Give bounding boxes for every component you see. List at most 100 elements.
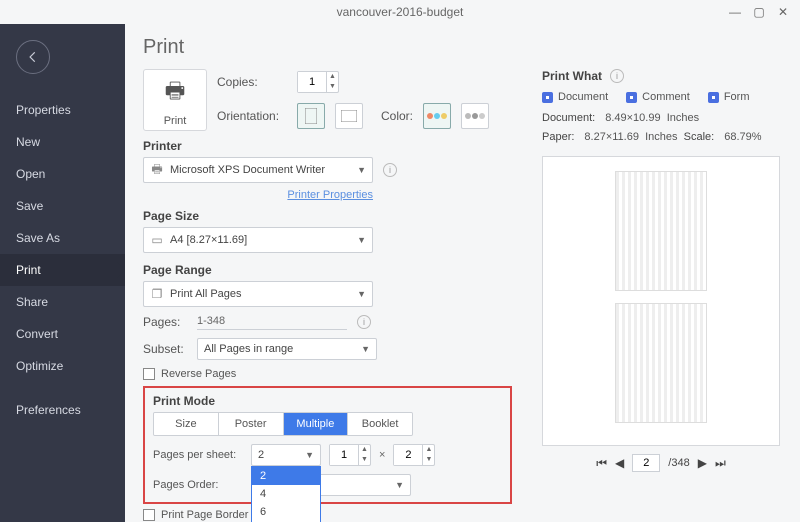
printer-select[interactable]: 🖶 Microsoft XPS Document Writer ▼: [143, 157, 373, 183]
print-button[interactable]: 🖶 Print: [143, 69, 207, 131]
preview-page: [615, 303, 707, 423]
spinner-down-icon[interactable]: ▼: [359, 455, 370, 465]
titlebar: vancouver-2016-budget — ▢ ✕: [0, 0, 800, 24]
spinner-up-icon[interactable]: ▲: [359, 445, 370, 455]
landscape-icon: [341, 110, 357, 122]
sidebar-item-convert[interactable]: Convert: [0, 318, 125, 350]
page-title: Print: [143, 36, 780, 59]
tab-size[interactable]: Size: [154, 413, 219, 435]
window-title: vancouver-2016-budget: [337, 5, 464, 19]
pager-current-input[interactable]: [632, 454, 660, 472]
printer-value: Microsoft XPS Document Writer: [170, 164, 351, 176]
portrait-icon: [305, 108, 317, 124]
page-range-value: Print All Pages: [170, 288, 351, 300]
page-icon: ▭: [150, 233, 164, 247]
grid-rows-spinner[interactable]: ▲▼: [393, 444, 435, 466]
color-on-button[interactable]: [423, 103, 451, 129]
preview-column: Print What i Document Comment Form Docum…: [542, 69, 780, 522]
spinner-down-icon[interactable]: ▼: [327, 82, 338, 92]
option-2[interactable]: 2: [252, 467, 320, 485]
sidebar-item-preferences[interactable]: Preferences: [0, 394, 125, 426]
spinner-up-icon[interactable]: ▲: [423, 445, 434, 455]
spinner-up-icon[interactable]: ▲: [327, 72, 338, 82]
sidebar-item-label: Print: [16, 263, 41, 277]
window-controls: — ▢ ✕: [724, 0, 794, 24]
back-button[interactable]: [16, 40, 50, 74]
sidebar-item-share[interactable]: Share: [0, 286, 125, 318]
print-what-comment[interactable]: Comment: [626, 91, 690, 103]
copies-label: Copies:: [217, 75, 287, 89]
printer-section-title: Printer: [143, 139, 512, 153]
info-icon[interactable]: i: [357, 315, 371, 329]
color-off-button[interactable]: [461, 103, 489, 129]
sidebar-item-optimize[interactable]: Optimize: [0, 350, 125, 382]
grid-cols-input[interactable]: [330, 445, 358, 465]
sidebar-item-save[interactable]: Save: [0, 190, 125, 222]
page-size-section-title: Page Size: [143, 209, 512, 223]
reverse-pages-checkbox[interactable]: Reverse Pages: [143, 368, 512, 380]
print-what-document[interactable]: Document: [542, 91, 608, 103]
main-panel: Print 🖶 Print Copies: ▲▼: [125, 24, 800, 522]
page-range-section-title: Page Range: [143, 263, 512, 277]
grid-rows-input[interactable]: [394, 445, 422, 465]
copies-spinner[interactable]: ▲▼: [297, 71, 339, 93]
sidebar-item-open[interactable]: Open: [0, 158, 125, 190]
pager-first-button[interactable]: ⏮: [596, 456, 607, 471]
color-label: Color:: [381, 109, 413, 123]
grid-cols-spinner[interactable]: ▲▼: [329, 444, 371, 466]
chevron-down-icon: ▼: [357, 165, 366, 175]
close-button[interactable]: ✕: [772, 5, 794, 19]
print-page-border-checkbox[interactable]: Print Page Border: [143, 509, 512, 521]
chevron-left-icon: [26, 50, 40, 64]
option-4[interactable]: 4: [252, 485, 320, 503]
pages-per-sheet-dropdown[interactable]: 2 ▼ 2 4 6 9 16 Custom...: [251, 444, 321, 466]
printer-properties-link[interactable]: Printer Properties: [287, 189, 373, 201]
sidebar-item-label: Save: [16, 199, 43, 213]
sidebar-item-properties[interactable]: Properties: [0, 94, 125, 126]
pager-last-button[interactable]: ⏭: [715, 456, 726, 471]
times-label: ×: [379, 449, 385, 461]
option-6[interactable]: 6: [252, 503, 320, 521]
spinner-down-icon[interactable]: ▼: [423, 455, 434, 465]
pager-prev-button[interactable]: ◀: [615, 456, 624, 470]
sidebar-item-print[interactable]: Print: [0, 254, 125, 286]
pages-order-label: Pages Order:: [153, 479, 243, 491]
print-preview: [542, 156, 780, 446]
tab-poster[interactable]: Poster: [219, 413, 284, 435]
pages-per-sheet-value: 2: [258, 449, 299, 461]
orientation-portrait-button[interactable]: [297, 103, 325, 129]
pages-per-sheet-label: Pages per sheet:: [153, 449, 243, 461]
chevron-down-icon: ▼: [361, 344, 370, 354]
print-what-title: Print What: [542, 69, 602, 83]
tab-multiple[interactable]: Multiple: [284, 413, 349, 435]
sidebar-item-label: Save As: [16, 231, 60, 245]
maximize-button[interactable]: ▢: [748, 5, 770, 19]
orientation-landscape-button[interactable]: [335, 103, 363, 129]
pager-total: /348: [668, 457, 689, 469]
orientation-label: Orientation:: [217, 109, 287, 123]
pager-next-button[interactable]: ▶: [698, 456, 707, 470]
reverse-pages-label: Reverse Pages: [161, 368, 236, 380]
page-size-select[interactable]: ▭ A4 [8.27×11.69] ▼: [143, 227, 373, 253]
info-icon[interactable]: i: [610, 69, 624, 83]
pages-input[interactable]: [197, 313, 347, 330]
subset-select[interactable]: All Pages in range ▼: [197, 338, 377, 360]
color-icon: [427, 113, 447, 119]
minimize-button[interactable]: —: [724, 5, 746, 19]
chevron-down-icon: ▼: [357, 289, 366, 299]
print-mode-panel: Print Mode Size Poster Multiple Booklet …: [143, 386, 512, 504]
sidebar-item-new[interactable]: New: [0, 126, 125, 158]
printer-icon: 🖶: [165, 74, 186, 112]
page-size-value: A4 [8.27×11.69]: [170, 234, 351, 246]
sidebar-item-save-as[interactable]: Save As: [0, 222, 125, 254]
grayscale-icon: [465, 113, 485, 119]
pages-per-sheet-options: 2 4 6 9 16 Custom...: [251, 466, 321, 522]
tab-booklet[interactable]: Booklet: [348, 413, 412, 435]
chevron-down-icon: ▼: [395, 480, 404, 490]
info-icon[interactable]: i: [383, 163, 397, 177]
sidebar-item-label: Preferences: [16, 403, 81, 417]
copies-input[interactable]: [298, 72, 326, 92]
print-button-label: Print: [164, 115, 187, 127]
print-what-form[interactable]: Form: [708, 91, 750, 103]
page-range-select[interactable]: ❐ Print All Pages ▼: [143, 281, 373, 307]
